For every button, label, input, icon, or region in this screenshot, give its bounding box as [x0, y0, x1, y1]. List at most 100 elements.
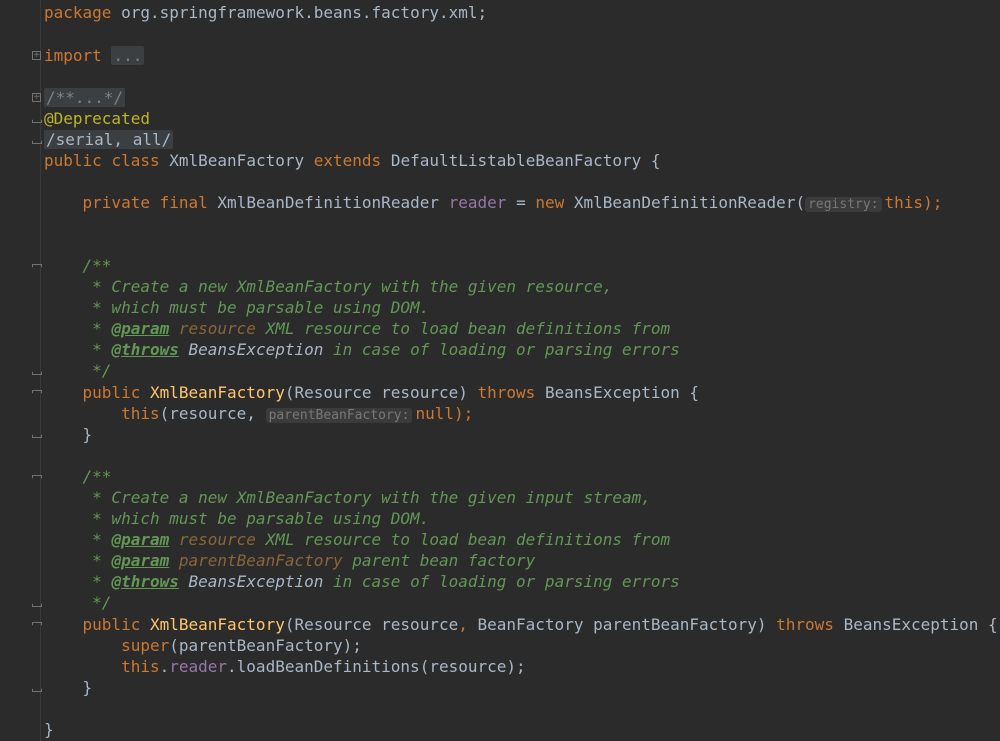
constructor-name: XmlBeanFactory — [149, 615, 285, 634]
keyword-public: public — [82, 615, 141, 634]
keyword-import: import — [44, 46, 102, 65]
open-brace: { — [650, 151, 661, 170]
close-brace: } — [82, 425, 93, 444]
close-brace: } — [82, 678, 93, 697]
fold-collapse-icon[interactable] — [32, 473, 41, 483]
code-line-import[interactable]: import ... — [44, 45, 145, 66]
keyword-package: package — [44, 3, 112, 22]
keyword-null: null — [415, 404, 454, 423]
doc-star: * — [82, 572, 112, 591]
constructor-call: XmlBeanDefinitionReader( — [573, 193, 806, 212]
code-editor[interactable]: + + package org.springframework.beans.fa… — [0, 0, 1000, 741]
fold-end-icon[interactable] — [32, 684, 41, 694]
doc-text: XML resource to load bean definitions fr… — [255, 319, 671, 338]
doc-text: XML resource to load bean definitions fr… — [255, 530, 671, 549]
constructor-name: XmlBeanFactory — [149, 383, 285, 402]
comma: , — [458, 615, 468, 634]
code-line-ctor1[interactable]: public XmlBeanFactory(Resource resource)… — [44, 382, 700, 403]
doc-comment-line[interactable]: * @param parentBeanFactory parent bean f… — [44, 550, 535, 571]
doc-comment-line[interactable]: * which must be parsable using DOM. — [44, 508, 429, 529]
code-line-folded-doc[interactable]: /**...*/ — [44, 87, 126, 108]
folded-suppress-warnings[interactable]: /serial, all/ — [44, 130, 174, 149]
keyword-class: class — [111, 151, 160, 170]
doc-comment-line[interactable]: * @param resource XML resource to load b… — [44, 318, 670, 339]
doc-close: */ — [82, 361, 112, 380]
keyword-this: this — [884, 193, 924, 212]
doc-comment-line[interactable]: * which must be parsable using DOM. — [44, 297, 429, 318]
doc-comment-open[interactable]: /** — [44, 255, 112, 276]
code-line-field[interactable]: private final XmlBeanDefinitionReader re… — [44, 192, 942, 213]
doc-comment-line[interactable]: * Create a new XmlBeanFactory with the g… — [44, 276, 612, 297]
doc-param-name: parentBeanFactory — [178, 551, 343, 570]
code-line-suppress[interactable]: /serial, all/ — [44, 129, 174, 150]
exception-type: BeansException { — [544, 383, 700, 402]
doc-tag-param: @param — [111, 530, 170, 549]
field-type: XmlBeanDefinitionReader — [217, 193, 439, 212]
folded-imports[interactable]: ... — [111, 46, 145, 65]
close-brace: } — [44, 720, 54, 739]
code-line-ctor1-body[interactable]: this(resource, parentBeanFactory: null); — [44, 403, 473, 424]
fold-end-icon[interactable] — [32, 599, 41, 609]
doc-comment-line[interactable]: * Create a new XmlBeanFactory with the g… — [44, 487, 651, 508]
method-call: .loadBeanDefinitions(resource); — [227, 657, 526, 676]
constructor-params: (Resource resource) — [284, 383, 468, 402]
field-name: reader — [448, 193, 507, 212]
fold-end-icon[interactable] — [32, 430, 41, 440]
fold-collapse-icon[interactable] — [32, 388, 41, 398]
call-args: (parentBeanFactory); — [169, 636, 362, 655]
code-line-ctor1-close[interactable]: } — [44, 424, 93, 445]
keyword-public: public — [82, 383, 141, 402]
code-line-ctor2-load[interactable]: this.reader.loadBeanDefinitions(resource… — [44, 656, 526, 677]
doc-param-name: resource — [178, 530, 256, 549]
doc-exception-ref: BeansException — [188, 340, 324, 359]
constructor-params: BeanFactory parentBeanFactory) — [467, 615, 767, 634]
field-reference: reader — [169, 657, 228, 676]
assign-operator: = — [516, 193, 526, 212]
doc-exception-ref: BeansException — [188, 572, 324, 591]
keyword-this: this — [121, 657, 160, 676]
doc-comment-line[interactable]: * @throws BeansException in case of load… — [44, 339, 680, 360]
fold-collapse-icon[interactable] — [32, 620, 41, 630]
doc-star: * — [82, 530, 112, 549]
keyword-extends: extends — [313, 151, 382, 170]
code-line-annotation[interactable]: @Deprecated — [44, 108, 150, 129]
keyword-throws: throws — [776, 615, 834, 634]
doc-text: parent bean factory — [342, 551, 536, 570]
keyword-final: final — [159, 193, 208, 212]
statement-end: ); — [923, 193, 943, 212]
code-line-ctor2-close[interactable]: } — [44, 677, 93, 698]
code-line-class-decl[interactable]: public class XmlBeanFactory extends Defa… — [44, 150, 661, 171]
keyword-new: new — [535, 193, 565, 212]
doc-star: * — [82, 340, 112, 359]
doc-comment-close[interactable]: */ — [44, 592, 111, 613]
parameter-hint: parentBeanFactory: — [265, 408, 413, 423]
doc-tag-param: @param — [111, 319, 170, 338]
doc-comment-line[interactable]: * @param resource XML resource to load b… — [44, 529, 670, 550]
fold-collapse-icon[interactable] — [32, 262, 41, 272]
code-line-package[interactable]: package org.springframework.beans.factor… — [44, 2, 487, 23]
code-line-ctor2-super[interactable]: super(parentBeanFactory); — [44, 635, 362, 656]
fold-end-icon[interactable] — [32, 367, 41, 377]
doc-comment-line[interactable]: * @throws BeansException in case of load… — [44, 571, 680, 592]
annotation-deprecated: @Deprecated — [44, 109, 150, 128]
doc-comment-open[interactable]: /** — [44, 466, 112, 487]
doc-param-name: resource — [178, 319, 256, 338]
fold-expand-icon[interactable]: + — [32, 93, 41, 102]
code-line-class-close[interactable]: } — [44, 719, 54, 740]
folded-doc-comment[interactable]: /**...*/ — [44, 88, 126, 107]
fold-expand-icon[interactable]: + — [32, 51, 41, 60]
keyword-throws: throws — [477, 383, 536, 402]
doc-comment-close[interactable]: */ — [44, 360, 111, 381]
fold-end-icon[interactable] — [32, 136, 41, 146]
fold-end-icon[interactable] — [32, 115, 41, 125]
doc-star: * — [82, 319, 112, 338]
keyword-public: public — [44, 151, 102, 170]
doc-close: */ — [82, 593, 112, 612]
doc-open: /** — [82, 467, 112, 486]
keyword-this: this — [121, 404, 160, 423]
parameter-hint: registry: — [805, 197, 882, 212]
doc-text: * Create a new XmlBeanFactory with the g… — [82, 488, 651, 507]
doc-text: * which must be parsable using DOM. — [82, 298, 430, 317]
code-line-ctor2[interactable]: public XmlBeanFactory(Resource resource,… — [44, 614, 998, 635]
constructor-params: (Resource resource — [284, 615, 459, 634]
